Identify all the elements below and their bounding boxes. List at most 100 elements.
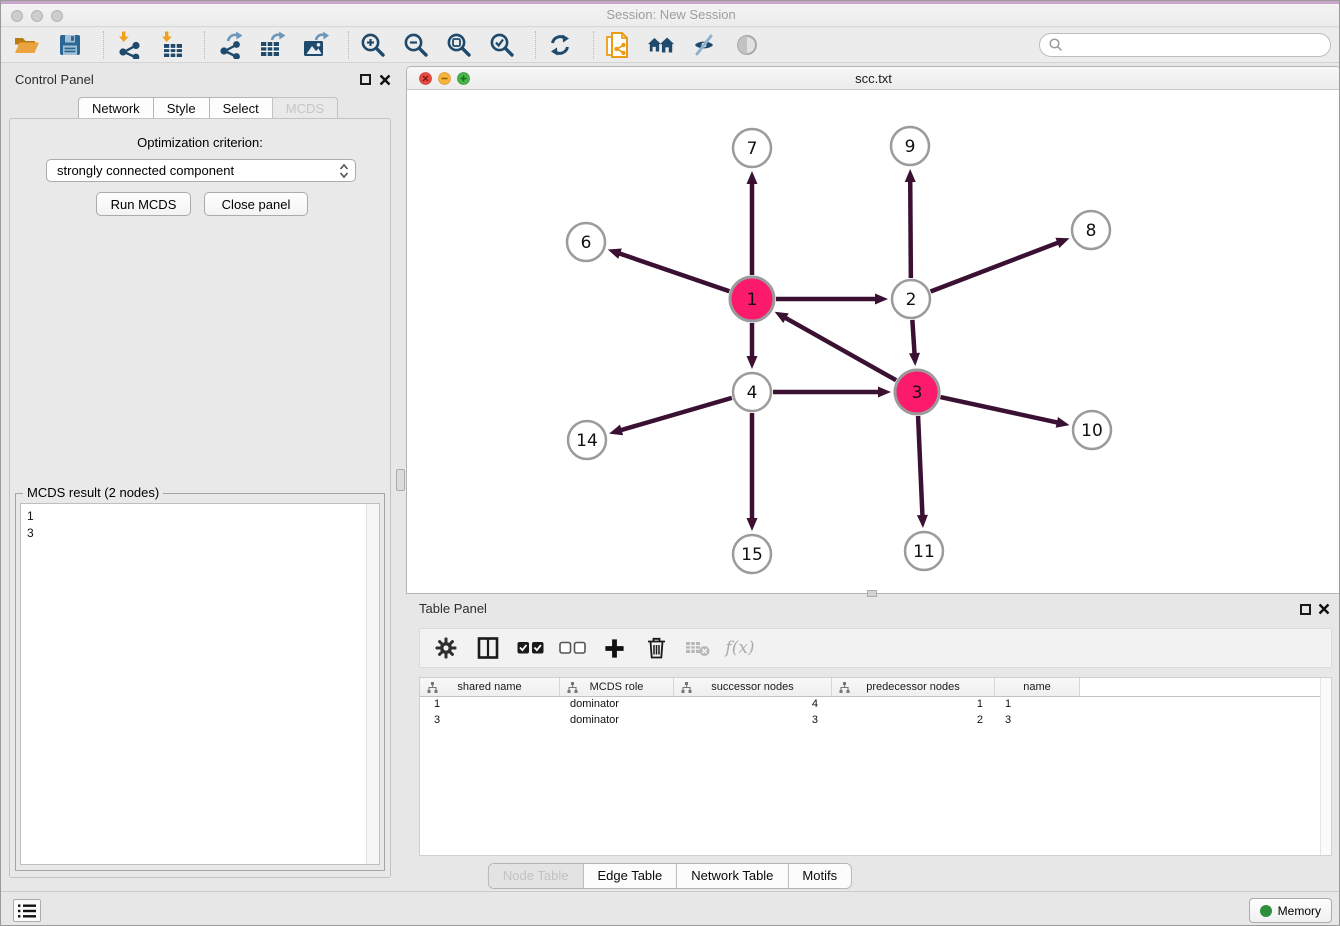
home-icon[interactable]: [647, 30, 675, 60]
search-icon: [1048, 37, 1064, 53]
memory-status-dot: [1260, 905, 1272, 917]
zoom-in-icon[interactable]: [359, 30, 387, 60]
select-all-icon[interactable]: [516, 633, 544, 663]
close-panel-button[interactable]: Close panel: [204, 192, 308, 216]
graph-edge-2-9[interactable]: [910, 180, 911, 278]
function-builder-icon: f(x): [726, 633, 754, 663]
node-label: 7: [747, 139, 758, 159]
zoom-out-icon[interactable]: [402, 30, 430, 60]
task-history-button[interactable]: [13, 899, 41, 922]
main-toolbar: [1, 28, 1340, 63]
tab-edge-table[interactable]: Edge Table: [583, 864, 677, 888]
deselect-all-icon[interactable]: [558, 633, 586, 663]
eye-disabled-icon[interactable]: [733, 30, 761, 60]
cell-name[interactable]: 3: [995, 713, 1080, 729]
columns-icon[interactable]: [474, 633, 502, 663]
graph-edge-arrowhead: [747, 171, 758, 184]
graph-node-8[interactable]: 8: [1072, 211, 1110, 249]
tab-select[interactable]: Select: [209, 97, 273, 119]
splitter-handle[interactable]: [396, 469, 405, 491]
add-row-icon[interactable]: [600, 633, 628, 663]
graph-edge-3-10[interactable]: [940, 397, 1058, 423]
gear-icon[interactable]: [432, 633, 460, 663]
cell-successor-nodes[interactable]: 4: [674, 697, 832, 713]
column-header-mcds-role[interactable]: MCDS role: [560, 678, 674, 696]
vertical-splitter[interactable]: [398, 66, 406, 891]
cell-mcds-role[interactable]: dominator: [560, 697, 674, 713]
graph-node-9[interactable]: 9: [891, 127, 929, 165]
graph-node-3[interactable]: 3: [895, 370, 939, 414]
cell-name[interactable]: 1: [995, 697, 1080, 713]
graph-edge-2-3[interactable]: [912, 320, 914, 355]
network-canvas[interactable]: 7 9 6 8 1 2 4 3 14 10 15 11: [407, 90, 1340, 593]
graph-node-1[interactable]: 1: [730, 277, 774, 321]
column-header-shared-name[interactable]: shared name: [420, 678, 560, 696]
tab-style[interactable]: Style: [153, 97, 210, 119]
table-row[interactable]: 1 dominator 4 1 1: [420, 697, 1331, 713]
table-row[interactable]: 3 dominator 3 2 3: [420, 713, 1331, 729]
tab-motifs[interactable]: Motifs: [788, 864, 851, 888]
network-window-titlebar[interactable]: scc.txt: [407, 67, 1340, 90]
search-input[interactable]: [1064, 36, 1330, 54]
float-table-panel-icon[interactable]: [1300, 604, 1311, 615]
graph-node-4[interactable]: 4: [733, 373, 771, 411]
mcds-result-title: MCDS result (2 nodes): [23, 485, 163, 500]
hide-panel-eye-icon[interactable]: [690, 30, 718, 60]
graph-edge-1-6[interactable]: [618, 253, 729, 291]
float-panel-icon[interactable]: [360, 74, 371, 85]
save-icon[interactable]: [56, 30, 84, 60]
cell-mcds-role[interactable]: dominator: [560, 713, 674, 729]
graph-node-14[interactable]: 14: [568, 421, 606, 459]
tab-network[interactable]: Network: [78, 97, 154, 119]
cell-shared-name[interactable]: 3: [420, 713, 560, 729]
graph-edge-arrowhead: [747, 518, 758, 531]
titlebar-accent-strip: [1, 1, 1340, 4]
graph-node-10[interactable]: 10: [1073, 411, 1111, 449]
graph-node-7[interactable]: 7: [733, 129, 771, 167]
export-network-icon[interactable]: [215, 30, 243, 60]
trash-icon[interactable]: [642, 633, 670, 663]
tab-node-table[interactable]: Node Table: [489, 864, 584, 888]
column-header-name[interactable]: name: [995, 678, 1080, 696]
graph-edge-3-1[interactable]: [784, 317, 896, 380]
delete-table-icon: [684, 633, 712, 663]
table-scrollbar[interactable]: [1320, 678, 1331, 855]
refresh-icon[interactable]: [546, 30, 574, 60]
node-label: 2: [906, 290, 917, 310]
cell-successor-nodes[interactable]: 3: [674, 713, 832, 729]
zoom-fit-icon[interactable]: [445, 30, 473, 60]
cell-predecessor-nodes[interactable]: 1: [832, 697, 995, 713]
cell-predecessor-nodes[interactable]: 2: [832, 713, 995, 729]
graph-node-6[interactable]: 6: [567, 223, 605, 261]
run-mcds-button[interactable]: Run MCDS: [96, 192, 191, 216]
search-box[interactable]: [1039, 33, 1331, 57]
cell-shared-name[interactable]: 1: [420, 697, 560, 713]
memory-button[interactable]: Memory: [1249, 898, 1332, 923]
mcds-result-list[interactable]: 1 3: [20, 503, 380, 865]
export-image-icon[interactable]: [301, 30, 329, 60]
result-line: 1: [21, 504, 379, 525]
optimization-criterion-dropdown[interactable]: strongly connected component: [46, 159, 356, 182]
hierarchy-icon: [681, 682, 692, 693]
close-panel-icon[interactable]: [379, 74, 391, 86]
graph-edge-arrowhead: [1056, 417, 1070, 428]
graph-node-11[interactable]: 11: [905, 532, 943, 570]
result-scrollbar[interactable]: [366, 504, 379, 864]
graph-edge-2-8[interactable]: [931, 242, 1060, 291]
export-table-icon[interactable]: [258, 30, 286, 60]
graph-node-2[interactable]: 2: [892, 280, 930, 318]
graph-edge-4-14[interactable]: [620, 398, 732, 431]
close-table-panel-icon[interactable]: [1318, 603, 1330, 615]
tab-mcds[interactable]: MCDS: [272, 97, 338, 119]
horizontal-splitter-handle[interactable]: [867, 590, 877, 597]
open-folder-icon[interactable]: [13, 30, 41, 60]
column-header-predecessor-nodes[interactable]: predecessor nodes: [832, 678, 995, 696]
import-table-icon[interactable]: [157, 30, 185, 60]
column-header-successor-nodes[interactable]: successor nodes: [674, 678, 832, 696]
import-network-icon[interactable]: [114, 30, 142, 60]
network-file-icon[interactable]: [604, 30, 632, 60]
graph-node-15[interactable]: 15: [733, 535, 771, 573]
tab-network-table[interactable]: Network Table: [677, 864, 788, 888]
graph-edge-3-11[interactable]: [918, 416, 922, 517]
zoom-selected-icon[interactable]: [488, 30, 516, 60]
